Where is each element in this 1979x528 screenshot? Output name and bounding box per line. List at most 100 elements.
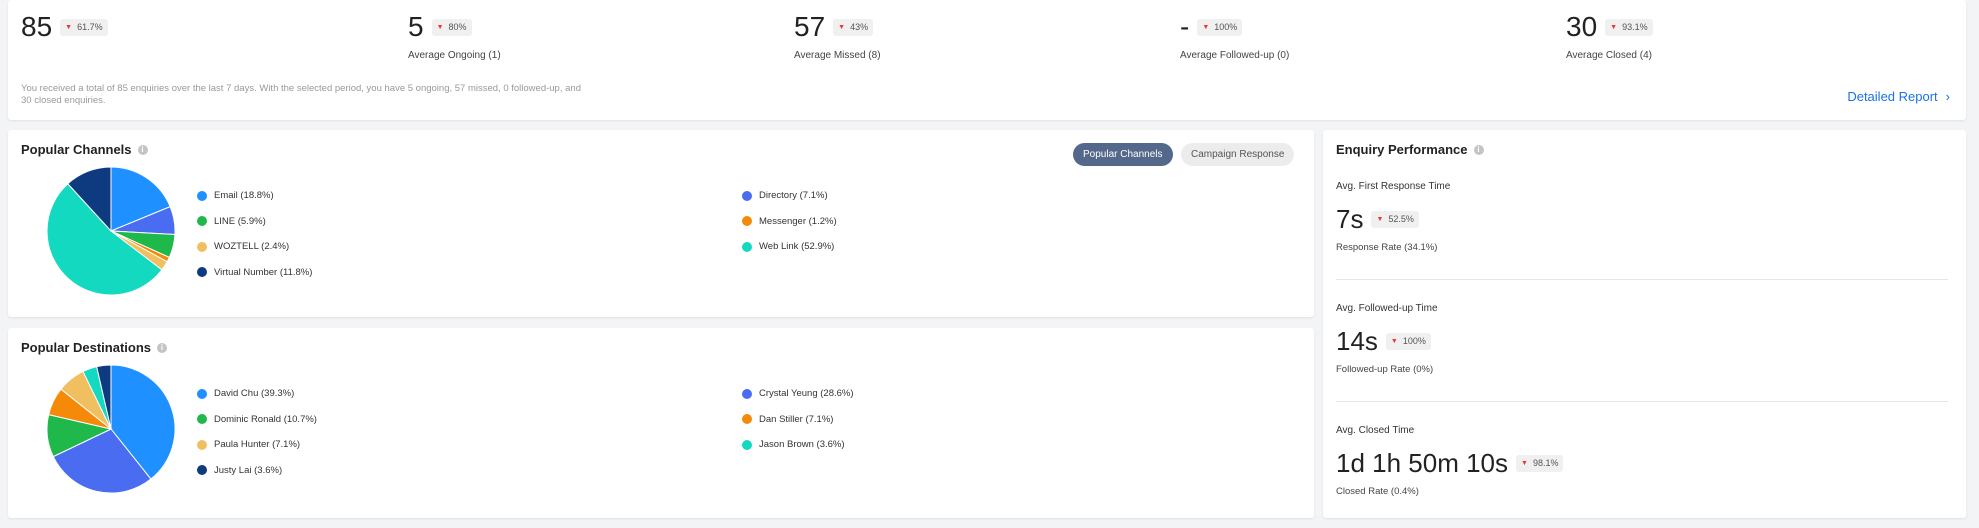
legend-item: Justy Lai (3.6%): [197, 465, 282, 476]
stat-value: 30: [1566, 11, 1598, 42]
summary-text: You received a total of 85 enquiries ove…: [21, 83, 581, 106]
legend-label: Crystal Yeung (28.6%): [759, 388, 854, 399]
legend-item: WOZTELL (2.4%): [197, 241, 289, 252]
perf-rate: Closed Rate (0.4%): [1336, 486, 1419, 497]
popular-destinations-card: Popular Destinations i David Chu (39.3%)…: [8, 328, 1314, 518]
perf-value: 1d 1h 50m 10s: [1336, 448, 1509, 478]
legend-item: Messenger (1.2%): [742, 216, 837, 227]
legend-label: Justy Lai (3.6%): [214, 464, 283, 476]
chevron-right-icon: ›: [1945, 89, 1950, 104]
legend-label: Messenger (1.2%): [759, 215, 837, 227]
perf-label: Avg. Closed Time: [1336, 425, 1415, 436]
card-title: Popular Destinations i: [21, 340, 168, 355]
legend-label: WOZTELL (2.4%): [214, 241, 290, 252]
enquiry-performance-card: Enquiry Performance i Avg. First Respons…: [1323, 130, 1966, 518]
perf-rate: Followed-up Rate (0%): [1336, 364, 1434, 375]
legend-item: Virtual Number (11.8%): [197, 267, 312, 278]
perf-closed: Avg. Closed Time 1d 1h 50m 10s ▼ 98.1% Cl…: [1336, 425, 1564, 497]
arrow-down-icon: ▼: [1390, 337, 1398, 345]
stat-label: Average Missed (8): [794, 50, 881, 61]
legend-dot: [197, 388, 207, 399]
stat-followed-up: - ▼ 100% Average Followed-up (0): [1180, 10, 1289, 61]
tab-popular-channels[interactable]: Popular Channels: [1073, 143, 1173, 166]
legend-item: Directory (7.1%): [742, 190, 828, 201]
legend-item: Paula Hunter (7.1%): [197, 439, 300, 450]
change-badge: ▼ 61.7%: [60, 18, 108, 36]
change-badge: ▼ 98.1%: [1516, 454, 1564, 472]
perf-label: Avg. Followed-up Time: [1336, 303, 1438, 314]
arrow-down-icon: ▼: [838, 23, 846, 31]
stat-value: -: [1180, 11, 1190, 42]
change-badge: ▼ 43%: [833, 18, 874, 36]
summary-card: 85 ▼ 61.7% 5 ▼ 80% Average Ongoing (1) 57 …: [8, 0, 1966, 120]
arrow-down-icon: ▼: [436, 23, 444, 31]
legend-item: Jason Brown (3.6%): [742, 439, 845, 450]
stat-label: Average Closed (4): [1566, 50, 1652, 61]
legend-dot: [197, 216, 207, 226]
legend-label: Jason Brown (3.6%): [759, 439, 845, 450]
info-icon[interactable]: i: [137, 144, 148, 155]
divider: [1336, 401, 1948, 402]
legend-dot: [742, 388, 752, 399]
legend-dot: [742, 414, 752, 424]
stat-closed: 30 ▼ 93.1% Average Closed (4): [1566, 10, 1653, 61]
stat-value: 85: [21, 11, 53, 42]
stat-label: Average Ongoing (1): [408, 50, 501, 61]
card-title: Enquiry Performance i: [1336, 142, 1484, 157]
legend-dot: [742, 241, 752, 252]
perf-first-response: Avg. First Response Time 7s ▼ 52.5% Respo…: [1336, 181, 1450, 253]
stat-ongoing: 5 ▼ 80% Average Ongoing (1): [408, 10, 501, 61]
legend-item: Email (18.8%): [197, 190, 274, 201]
stat-total: 85 ▼ 61.7%: [21, 10, 108, 44]
change-badge: ▼ 52.5%: [1371, 210, 1419, 228]
legend-dot: [197, 439, 207, 450]
stat-label: Average Followed-up (0): [1180, 50, 1290, 61]
legend-label: David Chu (39.3%): [214, 388, 295, 399]
info-icon[interactable]: i: [157, 342, 168, 353]
perf-label: Avg. First Response Time: [1336, 181, 1451, 192]
legend-label: Paula Hunter (7.1%): [214, 439, 301, 450]
channels-pie-chart: [46, 166, 176, 296]
legend-label: Virtual Number (11.8%): [214, 266, 313, 278]
legend-item: Dominic Ronald (10.7%): [197, 414, 317, 425]
change-badge: ▼ 100%: [1197, 18, 1243, 36]
legend-dot: [197, 190, 207, 201]
arrow-down-icon: ▼: [1610, 23, 1618, 31]
perf-followed-up: Avg. Followed-up Time 14s ▼ 100% Followed…: [1336, 303, 1438, 375]
perf-value: 14s: [1336, 326, 1378, 356]
stat-missed: 57 ▼ 43% Average Missed (8): [794, 10, 881, 61]
legend-dot: [197, 414, 207, 424]
legend-label: Dominic Ronald (10.7%): [214, 413, 317, 425]
change-badge: ▼ 93.1%: [1605, 18, 1653, 36]
legend-item: Dan Stiller (7.1%): [742, 414, 833, 425]
detailed-report-link[interactable]: Detailed Report ›: [1847, 89, 1950, 104]
divider: [1336, 279, 1948, 280]
arrow-down-icon: ▼: [1521, 459, 1528, 467]
change-badge: ▼ 100%: [1385, 332, 1431, 350]
tab-campaign-response[interactable]: Campaign Response: [1181, 143, 1295, 166]
legend-label: Directory (7.1%): [759, 190, 828, 201]
legend-label: Email (18.8%): [214, 190, 274, 201]
legend-dot: [197, 241, 207, 252]
detailed-report-label: Detailed Report: [1847, 89, 1938, 104]
legend-item: LINE (5.9%): [197, 216, 266, 227]
info-icon[interactable]: i: [1473, 144, 1484, 155]
change-badge: ▼ 80%: [431, 18, 472, 36]
legend-label: LINE (5.9%): [214, 215, 266, 227]
legend-dot: [742, 439, 752, 450]
legend-item: Crystal Yeung (28.6%): [742, 388, 854, 399]
card-title: Popular Channels i: [21, 142, 148, 157]
popular-channels-card: Popular Channels i Popular Channels Camp…: [8, 130, 1314, 317]
stat-value: 57: [794, 11, 826, 42]
legend-dot: [197, 267, 207, 277]
legend-label: Dan Stiller (7.1%): [759, 413, 834, 425]
arrow-down-icon: ▼: [1376, 215, 1384, 223]
legend-item: David Chu (39.3%): [197, 388, 294, 399]
arrow-down-icon: ▼: [1202, 23, 1210, 31]
perf-value: 7s: [1336, 204, 1364, 234]
arrow-down-icon: ▼: [65, 23, 73, 31]
legend-dot: [742, 216, 752, 226]
legend-label: Web Link (52.9%): [759, 241, 835, 252]
destinations-pie-chart: [46, 364, 176, 494]
stat-value: 5: [408, 11, 424, 42]
